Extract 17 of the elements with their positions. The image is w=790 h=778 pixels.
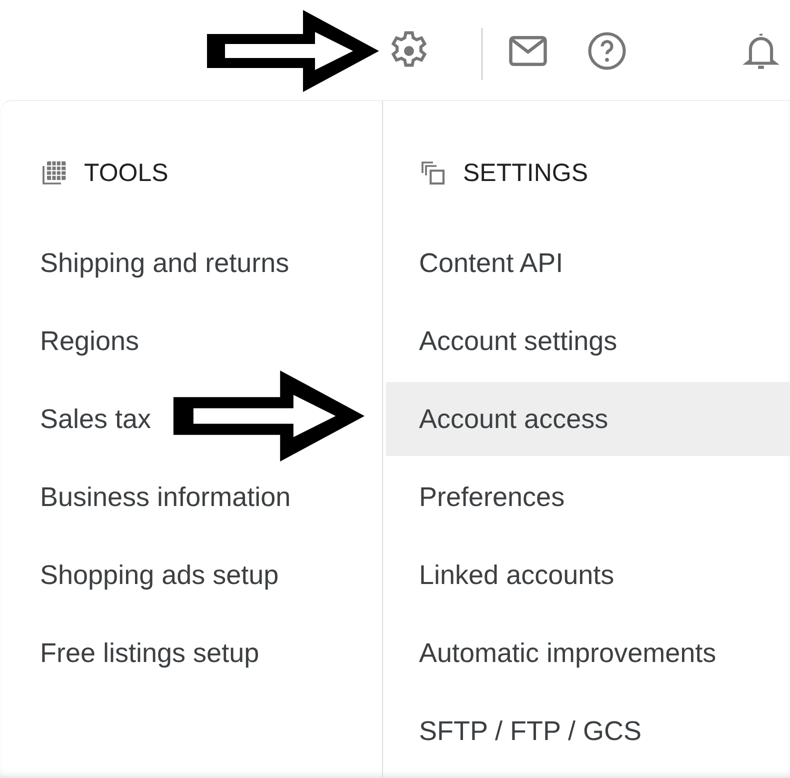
- grid-icon: [40, 159, 68, 187]
- menu-item[interactable]: Automatic improvements: [386, 614, 790, 692]
- menu-item[interactable]: Business information: [0, 458, 382, 536]
- menu-item[interactable]: Account access: [386, 382, 790, 456]
- menu-item[interactable]: Linked accounts: [386, 536, 790, 614]
- menu-item[interactable]: Regions: [0, 302, 382, 380]
- menu-item[interactable]: Shipping and returns: [0, 224, 382, 302]
- menu-item[interactable]: Shopping ads setup: [0, 536, 382, 614]
- section-title: TOOLS: [84, 158, 168, 188]
- section-title: SETTINGS: [463, 158, 588, 188]
- menu-item[interactable]: Free listings setup: [0, 614, 382, 692]
- menu-item[interactable]: Preferences: [386, 458, 790, 536]
- copy-icon: [419, 159, 447, 187]
- menu-item[interactable]: Account settings: [386, 302, 790, 380]
- menu-item[interactable]: Sales tax: [0, 380, 382, 458]
- menu-item[interactable]: SFTP / FTP / GCS: [386, 692, 790, 770]
- menu-item[interactable]: Content API: [386, 224, 790, 302]
